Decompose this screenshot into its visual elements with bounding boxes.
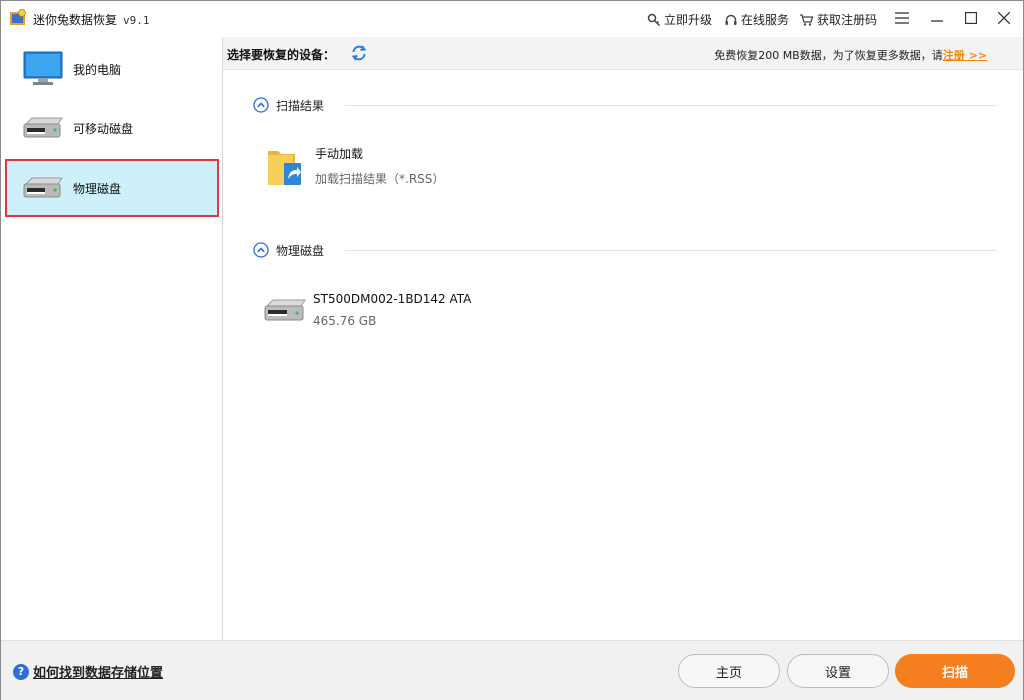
collapse-toggle-icon[interactable]: [253, 242, 269, 258]
minimize-button[interactable]: [922, 5, 952, 31]
entry-description: 加载扫描结果（*.RSS）: [315, 172, 445, 186]
help-link-text: 如何找到数据存储位置: [33, 666, 164, 681]
section-title: 扫描结果: [276, 98, 325, 113]
free-quota-text: 免费恢复200 MB数据，为了恢复更多数据，请: [714, 49, 943, 62]
title-bar: 迷你兔数据恢复 v9.1 立即升级 在线服务 获取注册码: [1, 1, 1023, 37]
collapse-toggle-icon[interactable]: [253, 97, 269, 113]
home-button[interactable]: 主页: [678, 654, 780, 688]
section-scan-results-header: 扫描结果: [253, 95, 997, 115]
sidebar-item-my-computer[interactable]: 我的电脑: [5, 40, 219, 98]
device-sidebar: 我的电脑 可移动磁盘 物理磁盘: [1, 37, 223, 640]
entry-name: 手动加载: [315, 147, 364, 161]
drive-icon: [23, 117, 63, 138]
app-title: 迷你兔数据恢复 v9.1: [33, 11, 150, 28]
cart-icon: [800, 13, 814, 26]
settings-button[interactable]: 设置: [787, 654, 889, 688]
manual-load-entry[interactable]: 手动加载 加载扫描结果（*.RSS）: [265, 145, 444, 189]
footer-bar: ? 如何找到数据存储位置 主页 设置 扫描: [1, 640, 1023, 700]
section-divider: [345, 250, 997, 251]
app-version: v9.1: [123, 14, 150, 27]
drive-icon: [23, 177, 63, 198]
app-name: 迷你兔数据恢复: [33, 13, 118, 27]
online-service-link[interactable]: 在线服务: [724, 11, 789, 28]
minimize-icon: [931, 20, 943, 22]
monitor-icon: [23, 51, 63, 85]
entry-text: 手动加载 加载扫描结果（*.RSS）: [315, 145, 444, 189]
device-header-bar: 选择要恢复的设备： 免费恢复200 MB数据，为了恢复更多数据，请注册 >>: [223, 37, 1023, 70]
close-button[interactable]: [989, 5, 1019, 31]
sidebar-item-label: 物理磁盘: [73, 181, 122, 196]
help-icon: ?: [13, 663, 29, 680]
app-window: 迷你兔数据恢复 v9.1 立即升级 在线服务 获取注册码 我的电脑 可移动磁盘 …: [0, 0, 1024, 700]
sidebar-item-physical-disk[interactable]: 物理磁盘: [5, 159, 219, 217]
entry-text: ST500DM002-1BD142 ATA 465.76 GB: [313, 292, 471, 336]
disk-name: ST500DM002-1BD142 ATA: [313, 292, 472, 306]
maximize-button[interactable]: [956, 5, 986, 31]
get-register-code-label: 获取注册码: [817, 13, 878, 27]
refresh-icon[interactable]: [350, 44, 368, 62]
sidebar-item-removable-disk[interactable]: 可移动磁盘: [5, 99, 219, 157]
close-icon: [998, 12, 1010, 24]
section-title: 物理磁盘: [276, 243, 325, 258]
register-link[interactable]: 注册 >>: [943, 49, 987, 62]
key-icon: [647, 13, 661, 26]
help-link[interactable]: ? 如何找到数据存储位置: [13, 662, 163, 681]
app-logo-icon: [10, 9, 26, 25]
online-service-label: 在线服务: [741, 13, 790, 27]
upgrade-label: 立即升级: [664, 13, 713, 27]
menu-button[interactable]: [887, 5, 917, 31]
sidebar-item-label: 我的电脑: [73, 62, 122, 77]
get-register-code-link[interactable]: 获取注册码: [799, 11, 877, 28]
disk-entry[interactable]: ST500DM002-1BD142 ATA 465.76 GB: [261, 292, 471, 336]
section-divider: [345, 105, 997, 106]
section-physical-disk-header: 物理磁盘: [253, 240, 997, 260]
sidebar-item-label: 可移动磁盘: [73, 121, 134, 136]
folder-load-icon: [268, 151, 301, 185]
maximize-icon: [965, 12, 977, 24]
hamburger-icon: [895, 12, 909, 24]
upgrade-link[interactable]: 立即升级: [647, 11, 712, 28]
scan-button[interactable]: 扫描: [895, 654, 1015, 688]
hard-drive-icon: [264, 299, 306, 321]
disk-size: 465.76 GB: [313, 314, 377, 328]
free-quota-note: 免费恢复200 MB数据，为了恢复更多数据，请注册 >>: [714, 47, 987, 63]
device-select-label: 选择要恢复的设备：: [227, 48, 336, 62]
headset-icon: [725, 14, 737, 25]
